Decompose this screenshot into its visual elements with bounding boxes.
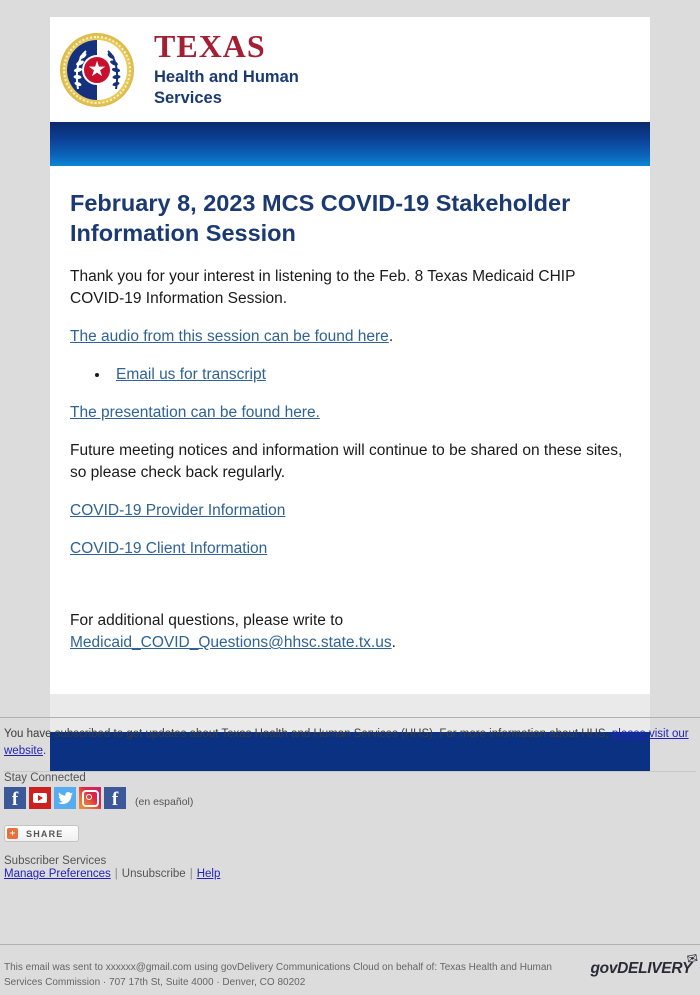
subscription-note-suffix: . <box>43 744 47 757</box>
legal-line-1: This email was sent to xxxxxx@gmail.com … <box>4 962 552 973</box>
govdelivery-logo: govDELIVERY ✉ <box>590 950 700 978</box>
page-title: February 8, 2023 MCS COVID-19 Stakeholde… <box>70 190 571 247</box>
wordmark-subtitle: Health and Human Services <box>154 67 299 108</box>
email-card: ★ TEXAS Health and Human Services Februar… <box>50 17 650 773</box>
intro-paragraph: Thank you for your interest in listening… <box>70 268 576 308</box>
questions-prefix: For additional questions, please write t… <box>70 612 344 630</box>
footer-bottom-divider <box>0 944 700 945</box>
masthead: ★ TEXAS Health and Human Services <box>50 17 650 122</box>
wordmark-subtitle-line1: Health and Human <box>154 68 299 87</box>
manage-preferences-link[interactable]: Manage Preferences <box>4 868 111 880</box>
card-white-spacer <box>50 670 650 695</box>
client-link-paragraph: COVID-19 Client Information <box>70 538 630 560</box>
star-glyph: ★ <box>87 57 107 81</box>
unsubscribe-label[interactable]: Unsubscribe <box>122 868 186 880</box>
envelope-icon: ✉ <box>685 950 700 967</box>
star-emblem-icon: ★ <box>82 54 112 85</box>
govdelivery-wordmark: govDELIVERY <box>590 960 693 977</box>
stay-connected-label: Stay Connected <box>4 772 86 785</box>
bullet-list: Email us for transcript <box>70 364 630 386</box>
email-transcript-link[interactable]: Email us for transcript <box>116 366 266 383</box>
audio-link-suffix: . <box>388 328 394 346</box>
covid-client-information-link[interactable]: COVID-19 Client Information <box>70 540 267 557</box>
link-separator-1: | <box>114 868 118 881</box>
provider-link-paragraph: COVID-19 Provider Information <box>70 500 630 522</box>
agency-wordmark: TEXAS Health and Human Services <box>154 30 299 108</box>
instagram-icon[interactable] <box>79 787 101 810</box>
banner-gradient-bar <box>50 122 650 166</box>
youtube-glyph <box>33 793 47 804</box>
share-button-label: SHARE <box>26 828 64 839</box>
questions-paragraph: For additional questions, please write t… <box>70 610 630 654</box>
list-item: Email us for transcript <box>110 364 630 386</box>
link-separator-2: | <box>189 868 193 881</box>
subscription-note: You have subscribed to get updates about… <box>4 717 696 759</box>
facebook-glyph: f <box>11 788 19 810</box>
youtube-icon[interactable] <box>29 787 51 810</box>
future-meetings-paragraph: Future meeting notices and information w… <box>70 442 623 482</box>
legal-line-2: Services Commission · 707 17th St, Suite… <box>4 977 306 988</box>
wordmark-subtitle-line2: Services <box>154 89 222 107</box>
subscriber-links-row: Manage Preferences | Unsubscribe | Help <box>4 868 696 880</box>
subscription-note-prefix: You have subscribed to get updates about… <box>4 728 612 740</box>
social-icons-row: f f (en español) <box>4 787 696 810</box>
questions-email-link[interactable]: Medicaid_COVID_Questions@hhsc.state.tx.u… <box>70 634 392 651</box>
espanol-label: (en español) <box>135 796 194 809</box>
questions-suffix: . <box>391 634 396 652</box>
share-button[interactable]: + SHARE <box>4 825 79 843</box>
facebook-espanol-glyph: f <box>111 788 119 810</box>
audio-session-link[interactable]: The audio from this session can be found… <box>70 328 389 345</box>
audio-link-paragraph: The audio from this session can be found… <box>70 326 630 348</box>
twitter-icon[interactable] <box>54 787 76 810</box>
email-body: February 8, 2023 MCS COVID-19 Stakeholde… <box>50 166 650 654</box>
subscriber-services-label: Subscriber Services <box>4 855 107 868</box>
footer-top-divider <box>0 717 700 718</box>
wordmark-texas: TEXAS <box>154 28 266 65</box>
facebook-espanol-icon[interactable]: f <box>104 787 126 810</box>
presentation-link[interactable]: The presentation can be found here. <box>70 404 320 421</box>
presentation-link-paragraph: The presentation can be found here. <box>70 402 630 424</box>
covid-provider-information-link[interactable]: COVID-19 Provider Information <box>70 502 285 519</box>
facebook-icon[interactable]: f <box>4 787 26 810</box>
share-plus-icon: + <box>7 828 18 840</box>
legal-text: This email was sent to xxxxxx@gmail.com … <box>4 960 552 990</box>
legal-row: This email was sent to xxxxxx@gmail.com … <box>0 950 700 990</box>
texas-state-seal-icon: ★ <box>60 32 134 107</box>
twitter-bird-glyph <box>57 791 73 804</box>
instagram-glyph <box>81 789 99 807</box>
email-footer: You have subscribed to get updates about… <box>0 717 700 880</box>
help-link[interactable]: Help <box>197 868 221 880</box>
